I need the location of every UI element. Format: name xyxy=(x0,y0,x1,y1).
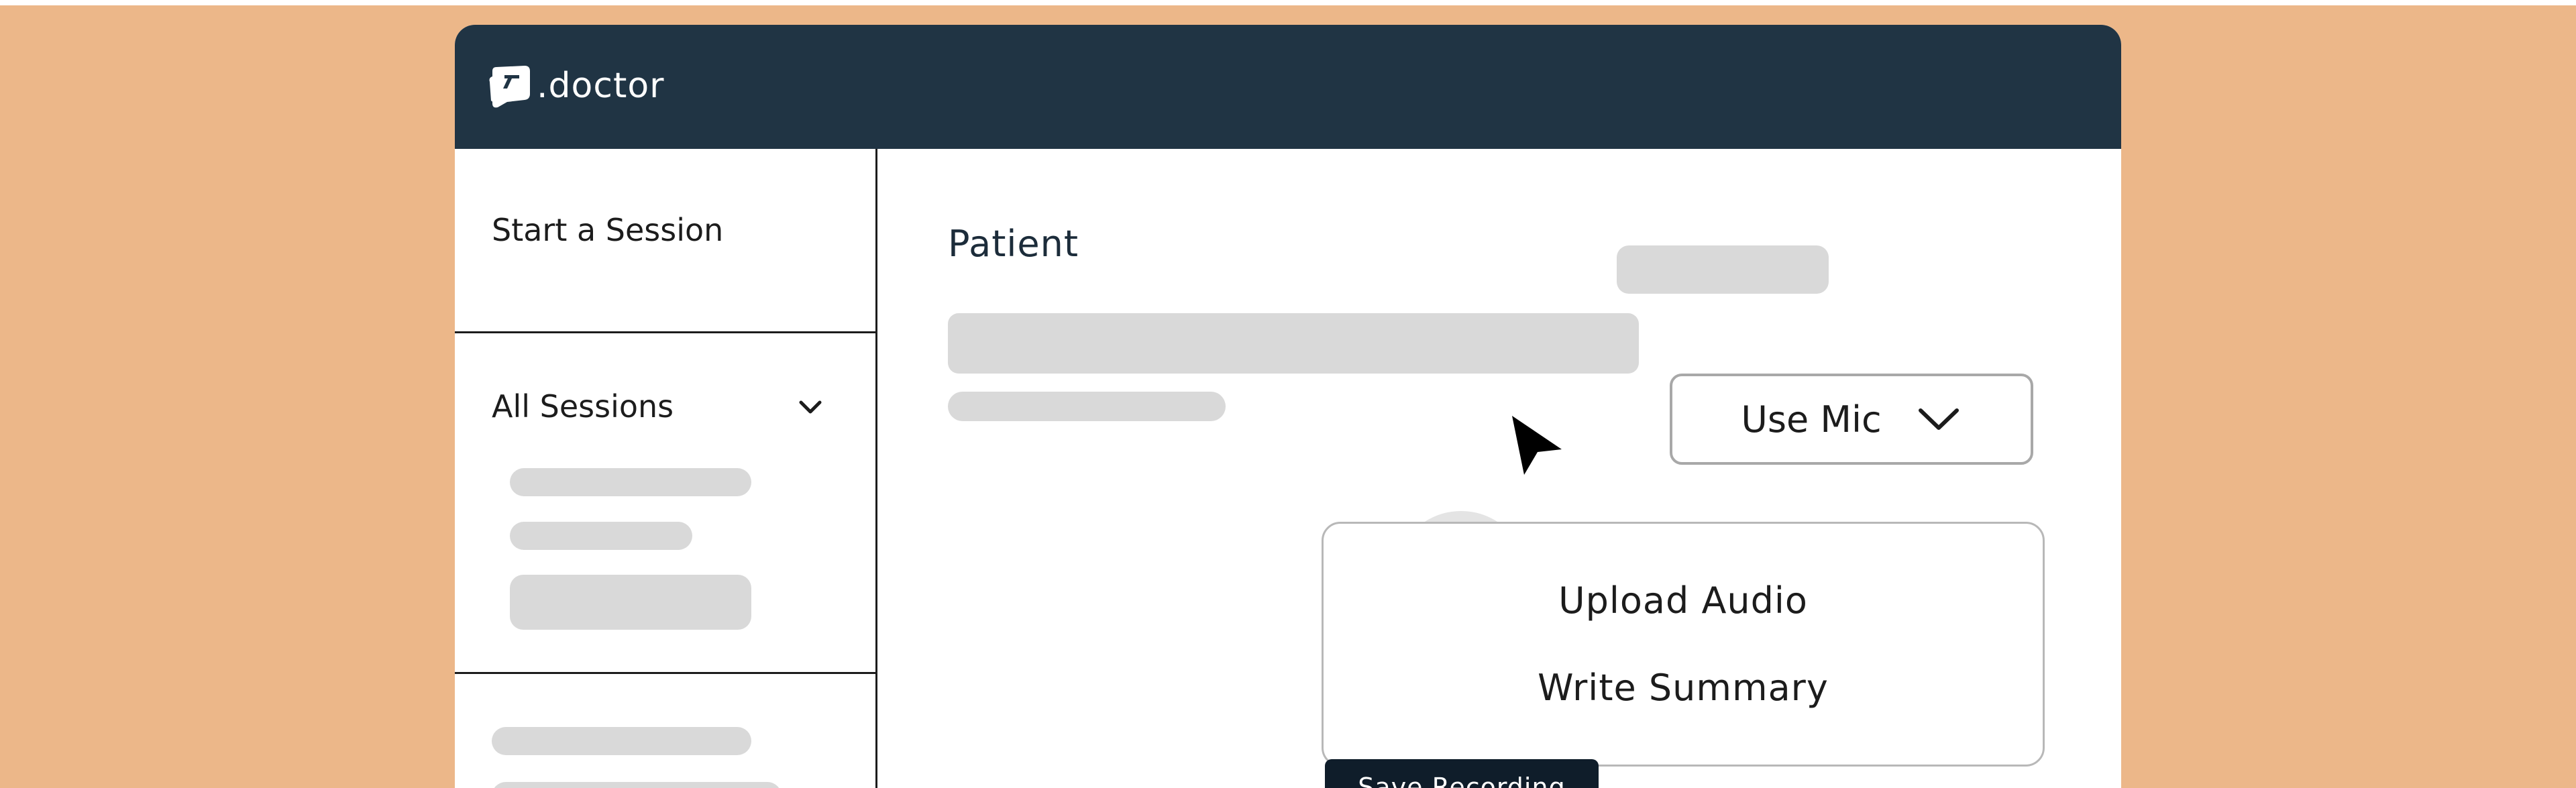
sidebar-item-label: All Sessions xyxy=(492,388,674,425)
sidebar-item-all-sessions[interactable]: All Sessions xyxy=(455,333,875,674)
save-recording-button[interactable]: Save Recording xyxy=(1325,759,1599,788)
patient-detail-placeholder xyxy=(948,392,1226,421)
app-header: .doctor xyxy=(455,25,2121,149)
sidebar-placeholder xyxy=(492,727,751,755)
mouse-pointer-icon xyxy=(1512,416,1562,475)
chevron-down-icon[interactable] xyxy=(796,392,825,422)
use-mic-button[interactable]: Use Mic xyxy=(1670,374,2033,465)
session-list-item-placeholder[interactable] xyxy=(510,575,751,630)
brand-name: .doctor xyxy=(537,66,665,106)
save-recording-label: Save Recording xyxy=(1358,773,1566,788)
patient-title: Patient xyxy=(948,223,1079,265)
chevron-down-icon xyxy=(1918,408,1959,430)
app-window: .doctor Start a Session All Sessions Pat… xyxy=(455,25,2121,788)
dropdown-option-write-summary[interactable]: Write Summary xyxy=(1324,667,2043,709)
top-strip xyxy=(0,0,2576,5)
dropdown-option-upload-audio[interactable]: Upload Audio xyxy=(1324,579,2043,622)
main-panel: Patient Use Mic Upload Audio Write Summa… xyxy=(877,149,2121,788)
session-list-item-placeholder[interactable] xyxy=(510,468,751,496)
sidebar-item-start-session[interactable]: Start a Session xyxy=(455,149,875,333)
input-method-dropdown: Upload Audio Write Summary xyxy=(1322,522,2045,767)
use-mic-label: Use Mic xyxy=(1741,398,1882,441)
sidebar-placeholder xyxy=(492,782,782,788)
session-list-item-placeholder[interactable] xyxy=(510,522,692,550)
sidebar-item-label: Start a Session xyxy=(492,212,724,248)
sidebar: Start a Session All Sessions xyxy=(455,149,877,788)
status-placeholder xyxy=(1617,245,1829,294)
doctor-logo-icon xyxy=(489,66,530,108)
patient-name-placeholder xyxy=(948,313,1639,374)
brand-logo[interactable]: .doctor xyxy=(487,62,665,110)
